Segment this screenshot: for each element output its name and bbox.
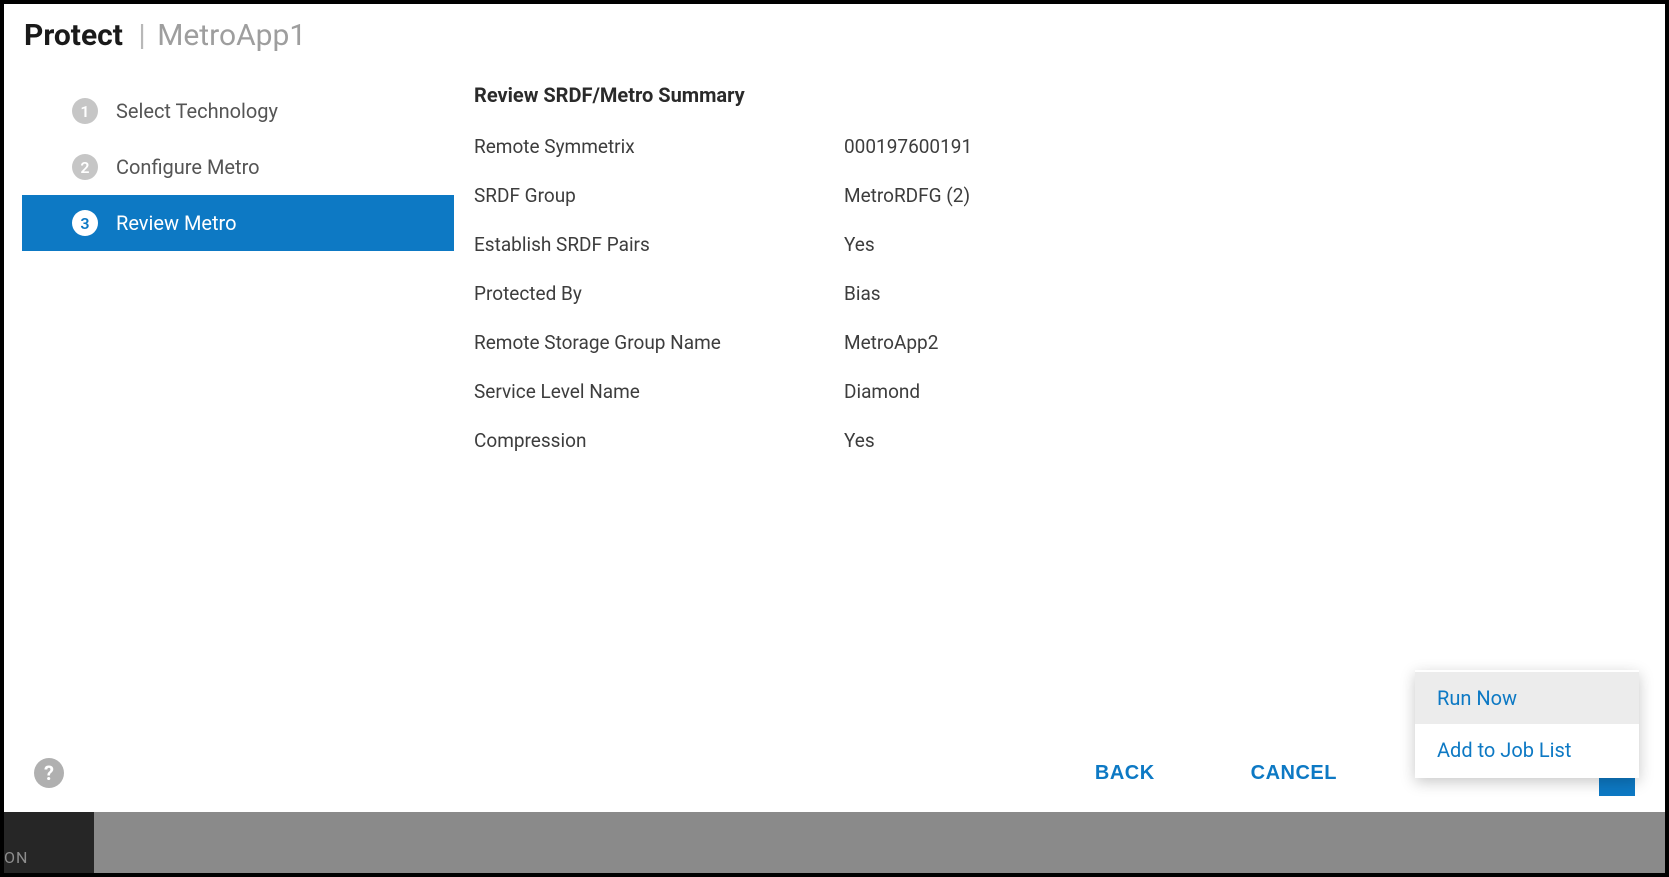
protect-wizard-dialog: Protect | MetroApp1 1 Select Technology … bbox=[4, 4, 1665, 812]
summary-row-service-level-name: Service Level Name Diamond bbox=[474, 380, 1665, 403]
step-label: Configure Metro bbox=[116, 155, 260, 179]
summary-value: MetroApp2 bbox=[844, 331, 1665, 354]
summary-title: Review SRDF/Metro Summary bbox=[474, 83, 1665, 107]
dialog-body: 1 Select Technology 2 Configure Metro 3 … bbox=[4, 63, 1665, 734]
summary-row-protected-by: Protected By Bias bbox=[474, 282, 1665, 305]
summary-label: Remote Storage Group Name bbox=[474, 331, 844, 354]
summary-row-compression: Compression Yes bbox=[474, 429, 1665, 452]
summary-label: Service Level Name bbox=[474, 380, 844, 403]
wizard-step-review-metro[interactable]: 3 Review Metro bbox=[22, 195, 454, 251]
help-icon[interactable]: ? bbox=[34, 758, 64, 788]
dropdown-item-add-to-job-list[interactable]: Add to Job List bbox=[1415, 724, 1639, 776]
summary-label: Compression bbox=[474, 429, 844, 452]
backdrop-partial-text: ON bbox=[4, 848, 28, 867]
wizard-step-list: 1 Select Technology 2 Configure Metro 3 … bbox=[4, 83, 454, 734]
wizard-step-configure-metro[interactable]: 2 Configure Metro bbox=[22, 139, 454, 195]
summary-value: Yes bbox=[844, 233, 1665, 256]
summary-row-srdf-group: SRDF Group MetroRDFG (2) bbox=[474, 184, 1665, 207]
summary-row-remote-symmetrix: Remote Symmetrix 000197600191 bbox=[474, 135, 1665, 158]
back-button[interactable]: BACK bbox=[1077, 754, 1173, 793]
summary-value: MetroRDFG (2) bbox=[844, 184, 1665, 207]
step-label: Review Metro bbox=[116, 211, 237, 235]
dropdown-item-run-now[interactable]: Run Now bbox=[1415, 672, 1639, 724]
cancel-button[interactable]: CANCEL bbox=[1233, 754, 1355, 793]
help-glyph: ? bbox=[44, 761, 54, 785]
summary-row-remote-storage-group-name: Remote Storage Group Name MetroApp2 bbox=[474, 331, 1665, 354]
summary-label: Protected By bbox=[474, 282, 844, 305]
dialog-title: Protect bbox=[24, 18, 123, 53]
step-label: Select Technology bbox=[116, 99, 278, 123]
dialog-subtitle: MetroApp1 bbox=[157, 18, 306, 53]
wizard-step-select-technology[interactable]: 1 Select Technology bbox=[22, 83, 454, 139]
dialog-title-separator: | bbox=[138, 18, 145, 53]
summary-label: SRDF Group bbox=[474, 184, 844, 207]
run-dropdown-menu: Run Now Add to Job List bbox=[1415, 670, 1639, 778]
summary-value: 000197600191 bbox=[844, 135, 1665, 158]
summary-panel: Review SRDF/Metro Summary Remote Symmetr… bbox=[454, 83, 1665, 734]
dialog-header: Protect | MetroApp1 bbox=[4, 4, 1665, 63]
step-number-badge: 2 bbox=[72, 154, 98, 180]
summary-value: Yes bbox=[844, 429, 1665, 452]
dialog-footer: ? BACK CANCEL Run Now Add to Job List bbox=[4, 734, 1665, 812]
summary-row-establish-srdf-pairs: Establish SRDF Pairs Yes bbox=[474, 233, 1665, 256]
summary-label: Establish SRDF Pairs bbox=[474, 233, 844, 256]
app-frame: ON Protect | MetroApp1 1 Select Technolo… bbox=[0, 0, 1669, 877]
summary-value: Bias bbox=[844, 282, 1665, 305]
step-number-badge: 3 bbox=[72, 210, 98, 236]
backdrop-bar: ON bbox=[4, 808, 1665, 873]
step-number-badge: 1 bbox=[72, 98, 98, 124]
summary-value: Diamond bbox=[844, 380, 1665, 403]
summary-label: Remote Symmetrix bbox=[474, 135, 844, 158]
